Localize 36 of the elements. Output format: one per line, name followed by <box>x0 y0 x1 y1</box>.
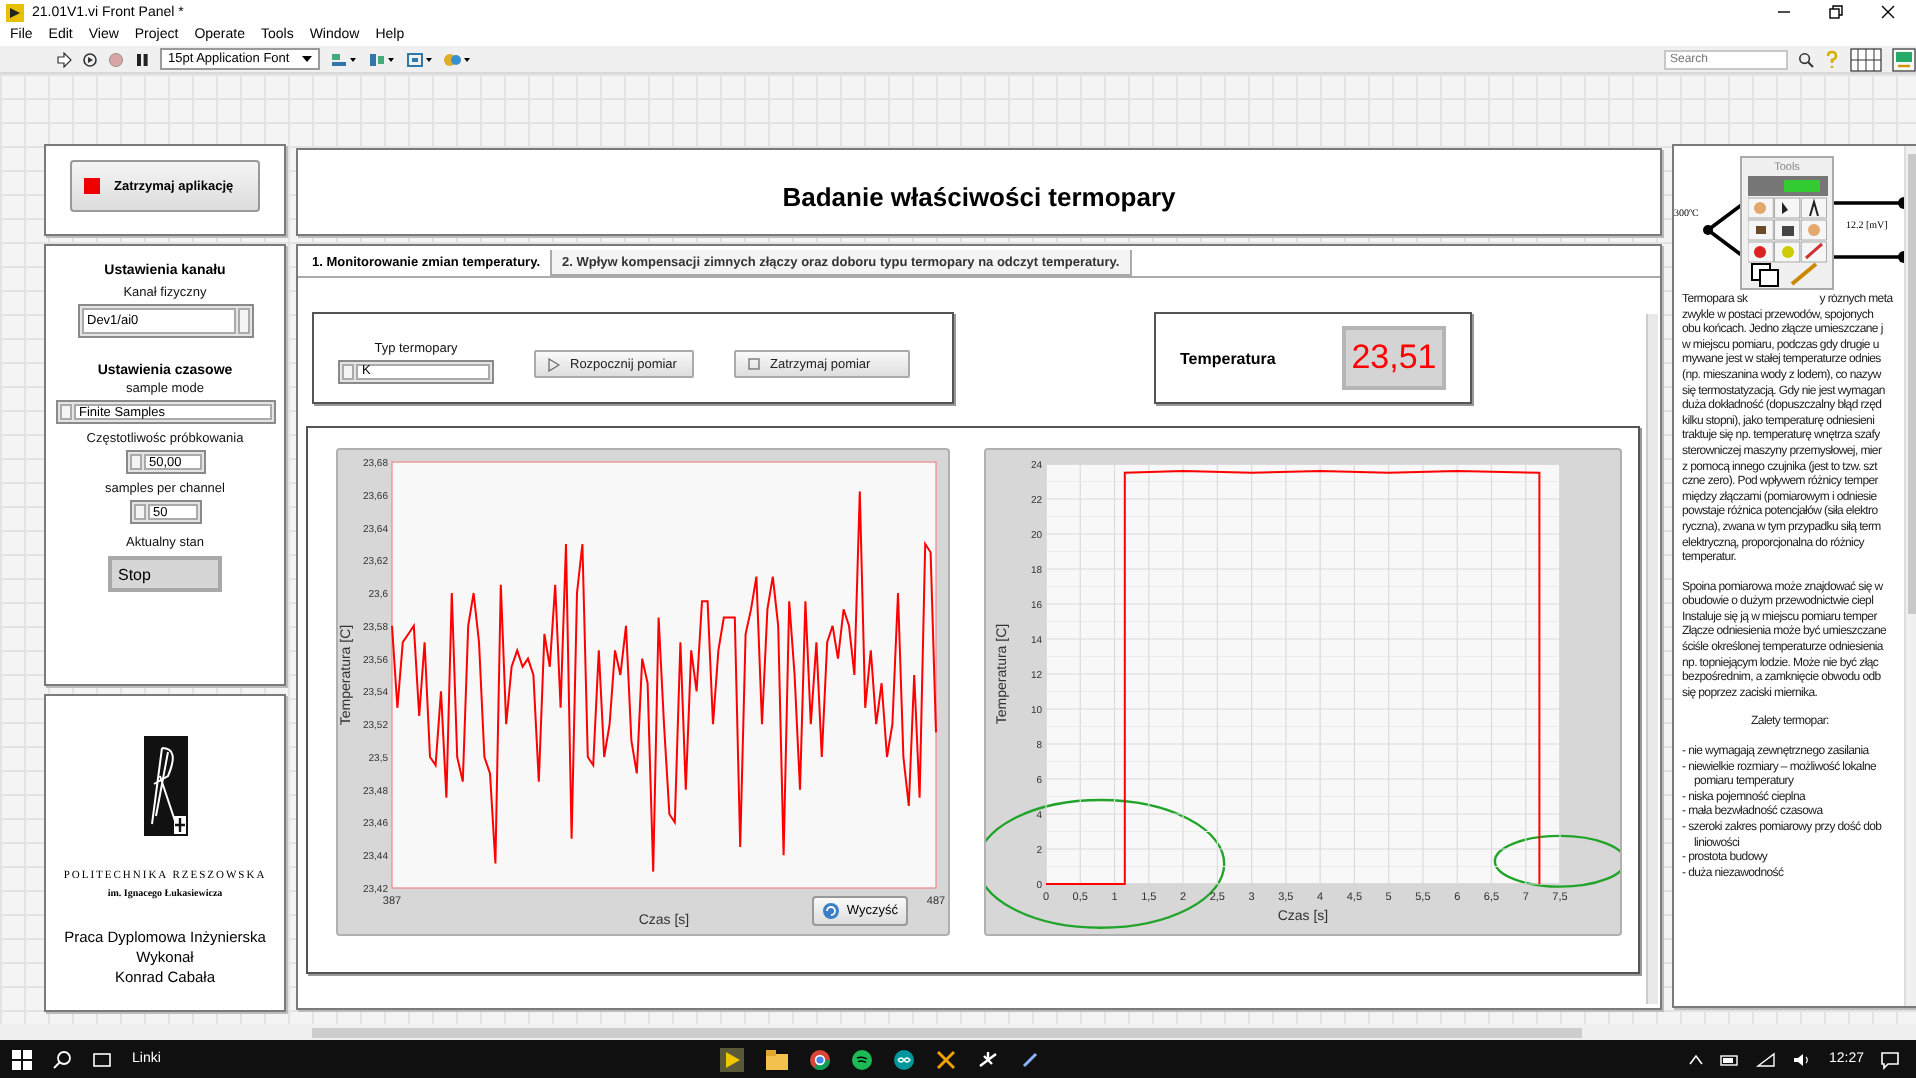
stop-indicator-icon <box>84 178 100 194</box>
pen-icon[interactable] <box>1020 1049 1041 1069</box>
scrollbar[interactable] <box>1904 146 1916 1006</box>
stop-icon <box>748 358 760 370</box>
reorder-icon[interactable] <box>443 51 472 67</box>
temperature-label: Temperatura <box>1180 349 1276 367</box>
labview-icon[interactable] <box>720 1047 745 1071</box>
app-icon <box>6 3 24 21</box>
caret-icon <box>301 55 312 63</box>
play-icon <box>548 357 560 371</box>
close-icon[interactable] <box>1880 4 1896 20</box>
speaker-icon[interactable] <box>1792 1051 1813 1067</box>
run-continuously-icon[interactable] <box>82 51 98 67</box>
task-view-icon[interactable] <box>92 1049 112 1069</box>
align-icon[interactable] <box>329 51 358 67</box>
infinity-icon[interactable] <box>894 1049 915 1069</box>
restore-icon[interactable] <box>1828 4 1844 20</box>
temperature-display: 23,51 <box>1342 326 1446 390</box>
resize-icon[interactable] <box>405 51 434 67</box>
page-title: Badanie właściwości termopary <box>782 182 1176 212</box>
notification-icon[interactable] <box>1880 1049 1900 1069</box>
status-display: Stop <box>108 556 222 592</box>
refresh-icon <box>822 902 841 920</box>
chevron-up-icon[interactable] <box>1688 1051 1705 1067</box>
search-icon[interactable] <box>52 1049 72 1069</box>
windows-icon[interactable] <box>12 1049 32 1069</box>
distribute-icon[interactable] <box>367 51 396 67</box>
browser-icon[interactable] <box>810 1049 831 1069</box>
run-arrow-icon[interactable] <box>56 51 72 67</box>
search-icon[interactable] <box>1798 51 1814 67</box>
logo-icon <box>143 736 187 836</box>
folder-icon[interactable] <box>766 1049 789 1069</box>
battery-icon[interactable] <box>1720 1051 1741 1067</box>
scrollbar[interactable] <box>1646 314 1658 1004</box>
music-icon[interactable] <box>852 1049 873 1069</box>
pause-icon[interactable] <box>134 51 150 67</box>
